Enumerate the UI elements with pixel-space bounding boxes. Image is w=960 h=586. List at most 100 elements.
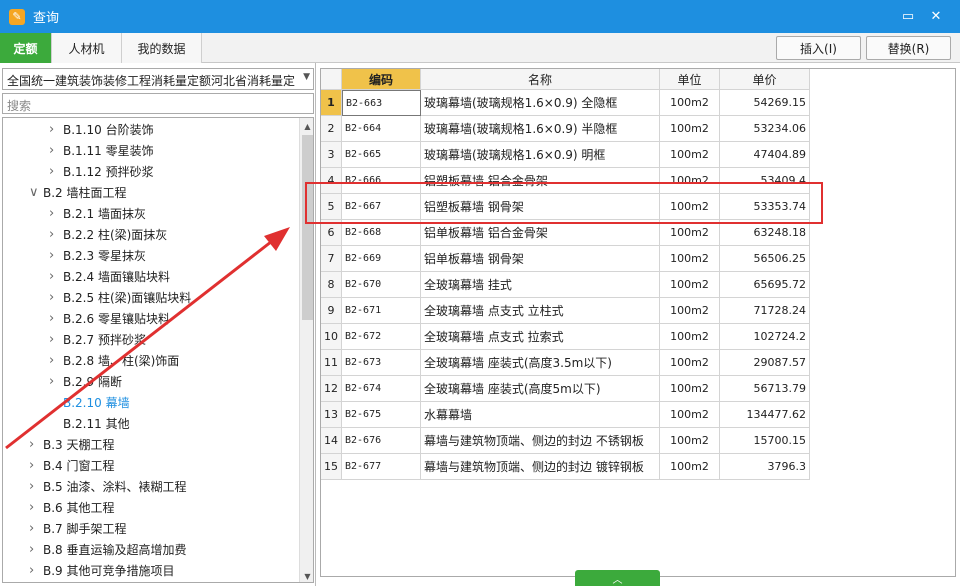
cell-unit[interactable]: 100m2 <box>660 402 720 428</box>
chevron-right-icon[interactable]: › <box>49 311 63 326</box>
cell-code[interactable]: B2-677 <box>342 454 421 480</box>
expand-panel-icon[interactable]: ︿ <box>575 570 660 586</box>
cell-code[interactable]: B2-672 <box>342 324 421 350</box>
chevron-right-icon[interactable]: › <box>49 269 63 284</box>
tree-item[interactable]: › B.2.7 预拌砂浆 <box>49 329 146 350</box>
cell-unit[interactable]: 100m2 <box>660 350 720 376</box>
cell-name[interactable]: 全玻璃幕墙 点支式 立柱式 <box>421 298 660 324</box>
row-number[interactable]: 2 <box>321 116 342 142</box>
chevron-right-icon[interactable]: › <box>29 521 43 536</box>
tree-item[interactable]: › B.2.5 柱(梁)面镶贴块料 <box>49 287 191 308</box>
tree-item[interactable]: B.2.11 其他 <box>49 413 130 434</box>
cell-unit[interactable]: 100m2 <box>660 246 720 272</box>
tab-quota[interactable]: 定额 <box>0 33 52 63</box>
cell-code[interactable]: B2-673 <box>342 350 421 376</box>
table-row[interactable]: 2 B2-664 玻璃幕墙(玻璃规格1.6×0.9) 半隐框 100m2 53234.0… <box>321 116 810 142</box>
tree-item[interactable]: › B.2.9 隔断 <box>49 371 122 392</box>
cell-code[interactable]: B2-675 <box>342 402 421 428</box>
chevron-right-icon[interactable]: › <box>29 563 43 578</box>
header-name[interactable]: 名称 <box>421 69 660 90</box>
cell-price[interactable]: 134477.62 <box>720 402 810 428</box>
header-price[interactable]: 单价 <box>720 69 810 90</box>
table-row[interactable]: 11 B2-673 全玻璃幕墙 座装式(高度3.5m以下) 100m2 29087.57 <box>321 350 810 376</box>
cell-unit[interactable]: 100m2 <box>660 376 720 402</box>
tree-item[interactable]: › B.2.3 零星抹灰 <box>49 245 146 266</box>
scroll-down-icon[interactable]: ▼ <box>300 568 313 582</box>
chevron-right-icon[interactable]: › <box>49 248 63 263</box>
cell-unit[interactable]: 100m2 <box>660 298 720 324</box>
chevron-right-icon[interactable]: › <box>29 458 43 473</box>
cell-name[interactable]: 玻璃幕墙(玻璃规格1.6×0.9) 半隐框 <box>421 116 660 142</box>
row-number[interactable]: 12 <box>321 376 342 402</box>
chevron-right-icon[interactable]: › <box>29 542 43 557</box>
library-select[interactable]: 全国统一建筑装饰装修工程消耗量定额河北省消耗量定 ▼ <box>2 68 314 90</box>
maximize-icon[interactable]: ▭ <box>900 8 916 24</box>
header-unit[interactable]: 单位 <box>660 69 720 90</box>
cell-name[interactable]: 铝单板幕墙 钢骨架 <box>421 246 660 272</box>
row-number[interactable]: 3 <box>321 142 342 168</box>
tab-materials[interactable]: 人材机 <box>52 33 122 63</box>
chevron-right-icon[interactable]: › <box>49 164 63 179</box>
cell-price[interactable]: 53234.06 <box>720 116 810 142</box>
cell-price[interactable]: 65695.72 <box>720 272 810 298</box>
cell-name[interactable]: 全玻璃幕墙 挂式 <box>421 272 660 298</box>
chevron-right-icon[interactable]: › <box>29 479 43 494</box>
table-row[interactable]: 12 B2-674 全玻璃幕墙 座装式(高度5m以下) 100m2 56713.79 <box>321 376 810 402</box>
cell-code[interactable]: B2-670 <box>342 272 421 298</box>
cell-code[interactable]: B2-663 <box>342 90 421 116</box>
table-row[interactable]: 1 B2-663 玻璃幕墙(玻璃规格1.6×0.9) 全隐框 100m2 54269.1… <box>321 90 810 116</box>
chevron-right-icon[interactable]: › <box>49 353 63 368</box>
cell-code[interactable]: B2-674 <box>342 376 421 402</box>
chevron-right-icon[interactable]: › <box>49 122 63 137</box>
cell-price[interactable]: 3796.3 <box>720 454 810 480</box>
tree-item[interactable]: › B.6 其他工程 <box>29 497 115 518</box>
row-number[interactable]: 7 <box>321 246 342 272</box>
scroll-up-icon[interactable]: ▲ <box>300 118 313 134</box>
cell-unit[interactable]: 100m2 <box>660 142 720 168</box>
row-number[interactable]: 13 <box>321 402 342 428</box>
table-row[interactable]: 10 B2-672 全玻璃幕墙 点支式 拉索式 100m2 102724.2 <box>321 324 810 350</box>
table-row[interactable]: 13 B2-675 水幕幕墙 100m2 134477.62 <box>321 402 810 428</box>
row-number[interactable]: 1 <box>321 90 342 116</box>
row-number[interactable]: 11 <box>321 350 342 376</box>
cell-unit[interactable]: 100m2 <box>660 90 720 116</box>
tree-item[interactable]: › B.2.1 墙面抹灰 <box>49 203 146 224</box>
cell-name[interactable]: 幕墙与建筑物顶端、侧边的封边 不锈钢板 <box>421 428 660 454</box>
row-number[interactable]: 9 <box>321 298 342 324</box>
cell-price[interactable]: 56713.79 <box>720 376 810 402</box>
cell-code[interactable]: B2-664 <box>342 116 421 142</box>
row-number[interactable]: 8 <box>321 272 342 298</box>
chevron-right-icon[interactable]: › <box>29 437 43 452</box>
cell-name[interactable]: 全玻璃幕墙 座装式(高度3.5m以下) <box>421 350 660 376</box>
cell-unit[interactable]: 100m2 <box>660 428 720 454</box>
chevron-right-icon[interactable]: › <box>49 290 63 305</box>
cell-name[interactable]: 全玻璃幕墙 座装式(高度5m以下) <box>421 376 660 402</box>
tree-item[interactable]: › B.2.2 柱(梁)面抹灰 <box>49 224 167 245</box>
chevron-right-icon[interactable]: › <box>49 206 63 221</box>
close-icon[interactable]: ✕ <box>928 8 944 24</box>
cell-price[interactable]: 47404.89 <box>720 142 810 168</box>
tree-item[interactable]: › B.1.11 零星装饰 <box>49 140 154 161</box>
table-row[interactable]: 7 B2-669 铝单板幕墙 钢骨架 100m2 56506.25 <box>321 246 810 272</box>
cell-name[interactable]: 水幕幕墙 <box>421 402 660 428</box>
chevron-right-icon[interactable]: › <box>49 332 63 347</box>
cell-code[interactable]: B2-676 <box>342 428 421 454</box>
cell-name[interactable]: 玻璃幕墙(玻璃规格1.6×0.9) 全隐框 <box>421 90 660 116</box>
row-number[interactable]: 10 <box>321 324 342 350</box>
replace-button[interactable]: 替换(R) <box>866 36 951 60</box>
cell-price[interactable]: 29087.57 <box>720 350 810 376</box>
table-row[interactable]: 14 B2-676 幕墙与建筑物顶端、侧边的封边 不锈钢板 100m2 15700.15 <box>321 428 810 454</box>
cell-unit[interactable]: 100m2 <box>660 116 720 142</box>
chevron-right-icon[interactable]: › <box>49 143 63 158</box>
table-row[interactable]: 8 B2-670 全玻璃幕墙 挂式 100m2 65695.72 <box>321 272 810 298</box>
tree-item[interactable]: › B.2.4 墙面镶贴块料 <box>49 266 170 287</box>
tree-item[interactable]: ∨ B.2 墙柱面工程 <box>29 182 127 203</box>
cell-price[interactable]: 15700.15 <box>720 428 810 454</box>
header-code[interactable]: 编码 <box>342 69 421 90</box>
chevron-right-icon[interactable]: › <box>29 500 43 515</box>
table-row[interactable]: 9 B2-671 全玻璃幕墙 点支式 立柱式 100m2 71728.24 <box>321 298 810 324</box>
table-row[interactable]: 15 B2-677 幕墙与建筑物顶端、侧边的封边 镀锌钢板 100m2 3796.3 <box>321 454 810 480</box>
cell-name[interactable]: 全玻璃幕墙 点支式 拉索式 <box>421 324 660 350</box>
tree-item[interactable]: B.2.10 幕墙 <box>49 392 130 413</box>
row-number[interactable]: 15 <box>321 454 342 480</box>
